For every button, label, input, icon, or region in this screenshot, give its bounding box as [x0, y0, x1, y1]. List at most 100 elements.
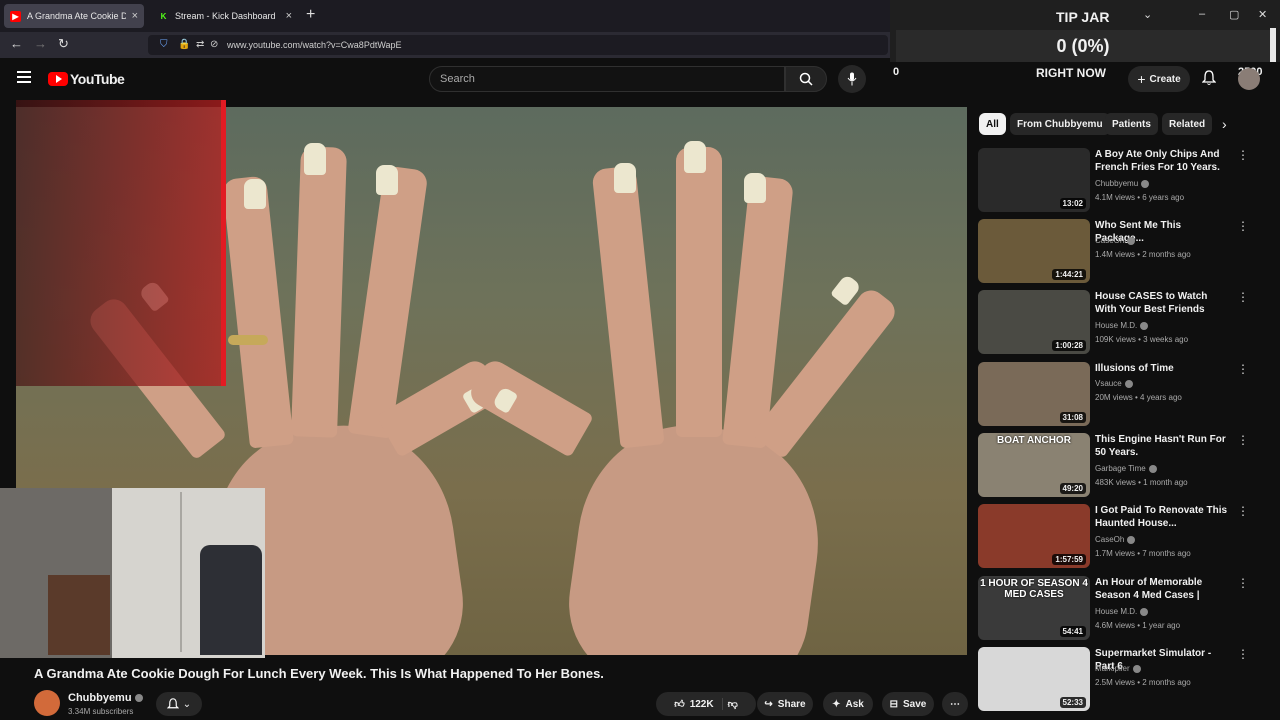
chevron-down-icon[interactable]: ⌄: [1143, 8, 1152, 21]
video-thumbnail[interactable]: 13:02: [978, 148, 1090, 212]
video-thumbnail[interactable]: 1:57:59: [978, 504, 1090, 568]
video-thumbnail[interactable]: 31:08: [978, 362, 1090, 426]
verified-icon: [1132, 664, 1141, 673]
tipjar-title: TIP JAR: [1056, 9, 1110, 25]
recommended-video[interactable]: BOAT ANCHOR 49:20 This Engine Hasn't Run F…: [978, 433, 1268, 499]
search-input[interactable]: Search: [429, 66, 785, 92]
recommended-video[interactable]: 1:57:59 I Got Paid To Renovate This Haunt…: [978, 504, 1268, 570]
channel-text: Markiplier: [1095, 664, 1130, 673]
verified-icon: [1127, 535, 1136, 544]
tab-kick[interactable]: K Stream - Kick Dashboard ×: [152, 4, 298, 28]
url-text[interactable]: www.youtube.com/watch?v=Cwa8PdtWapE: [227, 40, 402, 50]
ask-button[interactable]: ✦ Ask: [823, 692, 873, 716]
account-avatar[interactable]: [1238, 68, 1260, 90]
channel-avatar[interactable]: [34, 690, 60, 716]
recommended-video[interactable]: 1:00:28 House CASES to Watch With Your Be…: [978, 290, 1268, 356]
menu-icon[interactable]: [17, 71, 31, 83]
more-options-icon[interactable]: ⋮: [1237, 433, 1249, 447]
recommended-title[interactable]: An Hour of Memorable Season 4 Med Cases …: [1095, 576, 1231, 603]
nail: [684, 141, 706, 173]
recommended-video[interactable]: 31:08 Illusions of Time Vsauce 20M views • …: [978, 362, 1268, 428]
tipjar-progress-bar: 0 (0%): [896, 30, 1270, 62]
ring: [228, 335, 268, 345]
recommended-title[interactable]: House CASES to Watch With Your Best Frie…: [1095, 290, 1231, 316]
video-thumbnail[interactable]: 1:00:28: [978, 290, 1090, 354]
close-tab-icon[interactable]: ×: [286, 10, 292, 22]
recommended-title[interactable]: A Boy Ate Only Chips And French Fries Fo…: [1095, 148, 1231, 175]
share-button[interactable]: ↪ Share: [757, 692, 813, 716]
verified-icon: [1140, 607, 1149, 616]
chip-from-chubbyemu[interactable]: From Chubbyemu: [1010, 113, 1110, 135]
chip-related[interactable]: Related: [1162, 113, 1213, 135]
thumbnail-text: BOAT ANCHOR: [997, 435, 1071, 446]
lock-icon[interactable]: 🔒: [178, 39, 190, 50]
stream-overlay-graphic: [16, 100, 226, 386]
video-thumbnail[interactable]: 52:33: [978, 647, 1090, 711]
kick-favicon-icon: K: [158, 10, 169, 22]
voice-search-button[interactable]: [838, 65, 866, 93]
maximize-icon[interactable]: ▢: [1229, 8, 1239, 21]
forward-icon[interactable]: →: [34, 36, 47, 51]
duration-badge: 54:41: [1059, 626, 1086, 637]
youtube-logo-icon[interactable]: [48, 72, 68, 86]
recommended-title[interactable]: I Got Paid To Renovate This Haunted Hous…: [1095, 504, 1231, 530]
youtube-favicon-icon: ▶: [10, 10, 21, 22]
close-window-icon[interactable]: ✕: [1258, 8, 1267, 21]
new-tab-icon[interactable]: +: [306, 6, 315, 24]
more-options-icon[interactable]: ⋮: [1237, 362, 1249, 376]
more-actions-button[interactable]: ⋯: [942, 692, 968, 716]
more-options-icon[interactable]: ⋮: [1237, 576, 1249, 590]
permissions-icon[interactable]: ⇄: [196, 39, 204, 50]
subscription-bell-button[interactable]: ⌄: [156, 692, 202, 716]
channel-text: House M.D.: [1095, 321, 1138, 330]
like-button[interactable]: 👍︎ 122K: [674, 698, 723, 710]
video-thumbnail[interactable]: BOAT ANCHOR 49:20: [978, 433, 1090, 497]
channel-name[interactable]: Chubbyemu: [68, 692, 143, 704]
more-options-icon[interactable]: ⋮: [1237, 290, 1249, 304]
search-button[interactable]: [785, 66, 827, 92]
minimize-icon[interactable]: –: [1199, 8, 1205, 20]
right-index-finger: [591, 165, 665, 449]
right-middle-finger: [676, 147, 722, 437]
close-tab-icon[interactable]: ×: [132, 10, 138, 22]
create-button[interactable]: + Create: [1128, 66, 1190, 92]
verified-icon: [134, 694, 143, 703]
webcam-dresser: [48, 575, 110, 655]
recommended-meta: 2.5M views • 2 months ago: [1095, 678, 1191, 687]
more-options-icon[interactable]: ⋮: [1237, 219, 1249, 233]
chevron-down-icon: ⌄: [182, 698, 192, 710]
chip-all[interactable]: All: [979, 113, 1006, 135]
channel-text: CaseOh: [1095, 535, 1125, 544]
dislike-button[interactable]: 👎︎: [728, 698, 738, 710]
tipjar-scrollbar: [1270, 28, 1276, 62]
reload-icon[interactable]: ↻: [58, 36, 69, 52]
video-thumbnail[interactable]: 1 HOUR OF SEASON 4 MED CASES 54:41: [978, 576, 1090, 640]
recommended-title[interactable]: Illusions of Time: [1095, 362, 1231, 375]
recommended-channel: Markiplier: [1095, 664, 1141, 673]
recommended-video[interactable]: 1:44:21 Who Sent Me This Package... CaseOh…: [978, 219, 1268, 285]
verified-icon: [1141, 179, 1150, 188]
save-button[interactable]: ⊟ Save: [882, 692, 934, 716]
recommended-video[interactable]: 1 HOUR OF SEASON 4 MED CASES 54:41 An Hour…: [978, 576, 1268, 642]
more-icon: ⋯: [950, 698, 960, 710]
shield-icon[interactable]: ⛉: [160, 39, 168, 50]
notifications-icon[interactable]: [1201, 70, 1217, 91]
chip-patients[interactable]: Patients: [1105, 113, 1158, 135]
chevron-right-icon[interactable]: ›: [1222, 116, 1227, 132]
recommended-video[interactable]: 52:33 Supermarket Simulator - Part 6 Marki…: [978, 647, 1268, 713]
more-options-icon[interactable]: ⋮: [1237, 504, 1249, 518]
recommended-video[interactable]: 13:02 A Boy Ate Only Chips And French Fri…: [978, 148, 1268, 214]
channel-name-text: Chubbyemu: [68, 692, 132, 704]
video-thumbnail[interactable]: 1:44:21: [978, 219, 1090, 283]
thumbs-down-icon: 👎︎: [727, 699, 738, 710]
more-options-icon[interactable]: ⋮: [1237, 647, 1249, 661]
tracking-icon[interactable]: ⊘: [210, 39, 218, 50]
recommended-title[interactable]: This Engine Hasn't Run For 50 Years.: [1095, 433, 1231, 459]
more-options-icon[interactable]: ⋮: [1237, 148, 1249, 162]
tab-youtube[interactable]: ▶ A Grandma Ate Cookie Do ×: [4, 4, 144, 28]
youtube-logo-text[interactable]: YouTube: [70, 71, 125, 87]
recommended-meta: 20M views • 4 years ago: [1095, 393, 1182, 402]
subscriber-count: 3.34M subscribers: [68, 707, 134, 716]
nail: [376, 165, 398, 195]
back-icon[interactable]: ←: [10, 36, 23, 51]
